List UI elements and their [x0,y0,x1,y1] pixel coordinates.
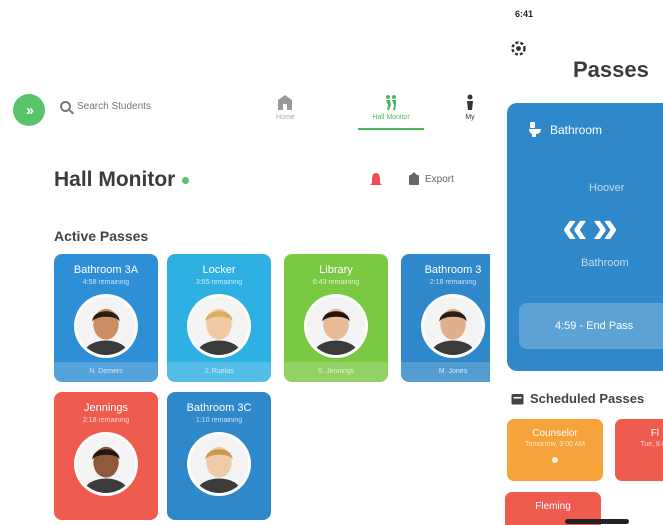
current-pass-origin: Hoover [589,182,625,194]
export-label: Export [425,173,454,185]
active-pass-card[interactable]: Locker 3:55 remaining J. Ruelas [167,254,271,382]
pass-time-remaining: 3:55 remaining [195,279,243,286]
double-chevron-right-icon: ›› [26,101,34,119]
scheduled-passes-heading: Scheduled Passes [511,391,644,406]
toilet-icon [529,122,541,137]
tab-hall-monitor-label: Hall Monitor [372,114,410,121]
pass-destination: Bathroom 3C [186,402,252,414]
expand-nav-button[interactable]: ›› [13,94,45,126]
status-bar-time: 6:41 [515,9,534,19]
pass-time-remaining: 4:58 remaining [82,279,130,286]
tab-home[interactable]: Home [276,94,295,121]
scheduled-pass-time: Tue, 8:00 [640,441,663,448]
pass-time-remaining: 6:43 remaining [312,279,360,286]
home-indicator [565,519,629,524]
tablet-screen: ›› Home Hall Monitor My Hall Monitor [0,0,490,525]
scheduled-pass-name: Counselor [532,428,578,439]
tab-my-label: My [465,114,475,121]
pass-destination: Bathroom 3 [424,264,482,276]
walking-people-icon [386,95,396,110]
current-pass-destination: Bathroom [550,122,603,137]
scheduled-pass-card[interactable]: Fl Tue, 8:00 [615,419,663,481]
info-dot-icon [552,457,558,463]
current-pass-card[interactable]: Bathroom Hoover « » Bathroom 4:59 - End … [507,103,663,371]
tab-my[interactable]: My [462,94,478,121]
passes-title: Passes [573,57,649,82]
tab-hall-monitor[interactable]: Hall Monitor [358,94,424,130]
pass-time-remaining: 2:18 remaining [82,417,130,424]
gear-icon[interactable] [510,40,527,57]
school-icon [278,95,293,110]
avatar-boy-icon [74,294,138,358]
end-pass-button[interactable]: 4:59 - End Pass [519,303,663,349]
avatar-girl-blonde-icon [187,294,251,358]
pass-destination: Jennings [83,402,129,414]
avatar-boy-dark-icon [421,294,485,358]
alert-bell-icon[interactable] [368,172,384,188]
tab-home-label: Home [276,114,295,121]
scheduled-pass-card[interactable]: Counselor Tomorrow, 9:00 AM [507,419,603,481]
search-input[interactable] [77,101,187,112]
pass-teacher: M. Jones [401,362,490,382]
pass-destination: Bathroom 3A [73,264,139,276]
pass-teacher: J. Ruelas [167,362,271,382]
avatar-boy-blonde-icon [187,432,251,496]
active-pass-card[interactable]: Bathroom 3A 4:58 remaining N. Demers [54,254,158,382]
pass-time-remaining: 1:10 remaining [195,417,243,424]
avatar-girl-curly-icon [74,432,138,496]
phone-screen: 6:41 Passes Bathroom Hoover « » Bathroom… [497,0,663,525]
scheduled-pass-name: Fl [650,428,660,439]
current-pass-to: Bathroom [581,257,629,269]
pass-teacher: N. Demers [54,362,158,382]
pass-destination: Library [319,264,353,276]
export-button[interactable]: Export [408,172,454,186]
avatar-girl-dark-icon [304,294,368,358]
pass-teacher: S. Jennings [284,362,388,382]
page-title: Hall Monitor [54,168,176,191]
calendar-icon [511,394,524,405]
search-icon [60,101,71,112]
active-pass-card[interactable]: Bathroom 3 2:18 remaining M. Jones [401,254,490,382]
current-pass-header: Bathroom [529,122,602,137]
search-bar[interactable] [60,101,187,112]
scheduled-pass-time: Tomorrow, 9:00 AM [525,441,585,448]
active-pass-card[interactable]: Jennings 2:18 remaining [54,392,158,520]
active-pass-card[interactable]: Library 6:43 remaining S. Jennings [284,254,388,382]
active-passes-title: Active Passes [54,228,149,244]
direction-arrows-icon: « » [562,200,618,252]
export-icon [409,172,419,185]
pass-destination: Locker [202,264,236,276]
person-icon [467,94,473,110]
scheduled-passes-title: Scheduled Passes [530,391,645,406]
pass-time-remaining: 2:18 remaining [429,279,477,286]
active-pass-card[interactable]: Bathroom 3C 1:10 remaining [167,392,271,520]
online-status-dot [182,177,189,184]
active-tab-indicator [358,128,424,130]
scheduled-pass-name: Fleming [535,501,571,512]
